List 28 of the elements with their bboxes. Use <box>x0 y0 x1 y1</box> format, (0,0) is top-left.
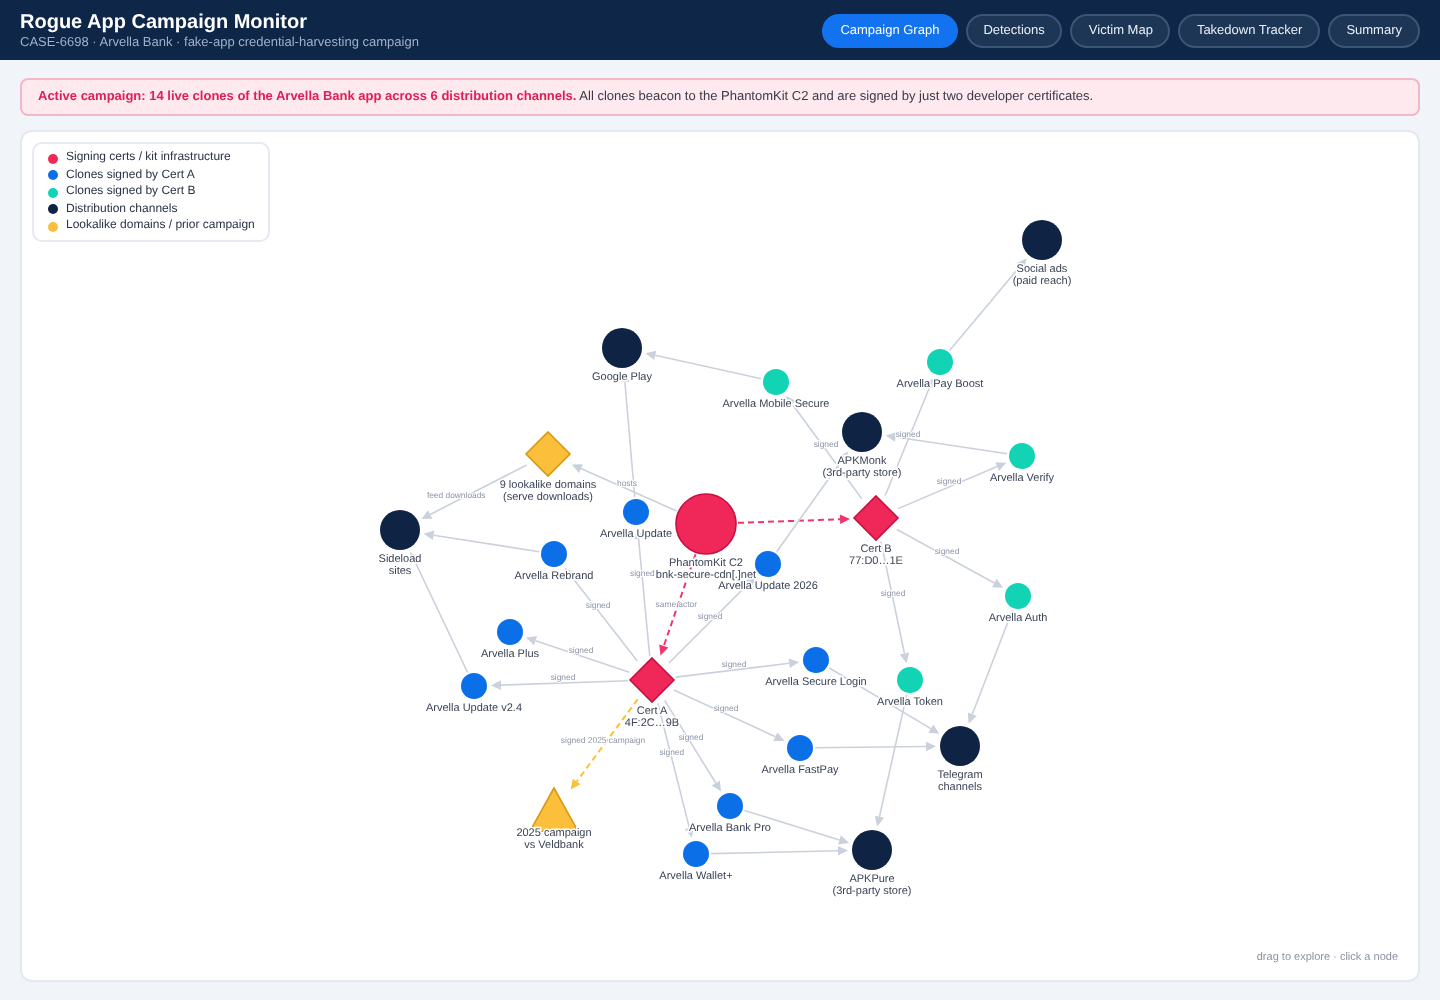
app-node[interactable] <box>717 793 743 819</box>
app-node[interactable] <box>623 499 649 525</box>
app-node[interactable] <box>803 647 829 673</box>
server-node[interactable] <box>675 493 737 555</box>
channel-node[interactable] <box>842 412 882 452</box>
channel-node[interactable] <box>1022 220 1062 260</box>
app-node[interactable] <box>461 673 487 699</box>
app-node[interactable] <box>927 349 953 375</box>
certificate-node[interactable] <box>628 656 676 704</box>
app-node[interactable] <box>1005 583 1031 609</box>
app-node[interactable] <box>497 619 523 645</box>
domains-node[interactable] <box>524 430 572 478</box>
app-node[interactable] <box>755 551 781 577</box>
app-node[interactable] <box>541 541 567 567</box>
dashed-arrow <box>737 514 850 525</box>
app-node[interactable] <box>1009 443 1035 469</box>
channel-node[interactable] <box>852 830 892 870</box>
app-title: Rogue App Campaign Monitor <box>20 11 310 33</box>
app-node[interactable] <box>683 841 709 867</box>
edge-arrow <box>491 680 629 690</box>
channel-node[interactable] <box>380 510 420 550</box>
campaign-node[interactable] <box>528 786 580 832</box>
app-node[interactable] <box>763 369 789 395</box>
channel-node[interactable] <box>940 726 980 766</box>
channel-node[interactable] <box>602 328 642 368</box>
app-node[interactable] <box>787 735 813 761</box>
app-node[interactable] <box>897 667 923 693</box>
certificate-node[interactable] <box>852 494 900 542</box>
